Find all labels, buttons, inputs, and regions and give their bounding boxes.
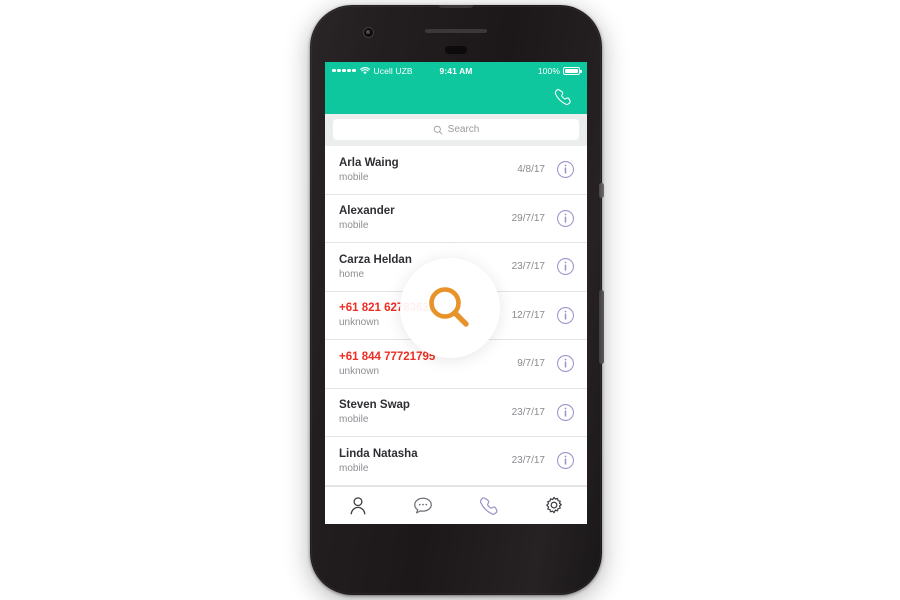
battery-percentage: 100% — [537, 65, 560, 76]
contact-name: +61 821 62783632 — [339, 302, 436, 315]
chat-bubble-icon — [412, 495, 434, 517]
contact-name: +61 844 77721795 — [339, 350, 436, 363]
info-circle-icon[interactable] — [556, 160, 575, 179]
tab-messages[interactable] — [391, 495, 457, 517]
phone-handset-icon[interactable] — [553, 87, 573, 107]
info-circle-icon[interactable] — [556, 209, 575, 228]
phone-device: Ucell UZB 9:41 AM 100% Search Arla Waing… — [310, 5, 604, 595]
table-row[interactable]: Carza Heldan home 23/7/17 — [325, 243, 587, 292]
status-bar-right: 100% — [456, 65, 582, 76]
table-row[interactable]: +61 821 62783632 unknown 12/7/17 — [325, 291, 587, 340]
contact-text-group: +61 844 77721795 unknown — [339, 351, 517, 377]
call-date: 23/7/17 — [511, 455, 545, 467]
call-date: 12/7/17 — [511, 309, 545, 321]
tab-contacts[interactable] — [325, 495, 391, 517]
front-camera-icon — [363, 27, 374, 38]
signal-strength-icon — [332, 68, 356, 73]
contact-name: Carza Heldan — [339, 253, 412, 266]
call-date: 9/7/17 — [517, 358, 545, 370]
bottom-tab-bar — [325, 486, 587, 524]
status-bar-clock: 9:41 AM — [439, 65, 473, 76]
table-row[interactable]: Linda Natasha mobile 23/7/17 — [325, 437, 587, 486]
contact-number-type: unknown — [339, 365, 380, 377]
contact-text-group: Arla Waing mobile — [339, 157, 517, 183]
contact-text-group: +61 821 62783632 unknown — [339, 302, 512, 328]
contact-text-group: Alexander mobile — [339, 205, 512, 231]
table-row[interactable]: +61 844 77721795 unknown 9/7/17 — [325, 340, 587, 389]
contact-number-type: home — [339, 268, 365, 280]
search-icon — [433, 125, 443, 135]
contact-number-type: mobile — [339, 171, 369, 183]
search-band: Search — [325, 114, 587, 146]
table-row[interactable]: Alexander mobile 29/7/17 — [325, 194, 587, 243]
contact-name: Linda Natasha — [339, 447, 418, 460]
info-circle-icon[interactable] — [556, 451, 575, 470]
person-icon — [347, 495, 369, 517]
search-placeholder: Search — [447, 124, 480, 135]
contact-number-type: mobile — [339, 220, 369, 232]
info-circle-icon[interactable] — [556, 257, 575, 276]
contact-number-type: mobile — [339, 462, 369, 474]
table-row[interactable]: Arla Waing mobile 4/8/17 — [325, 146, 587, 195]
power-button[interactable] — [599, 183, 604, 198]
contact-name: Arla Waing — [339, 156, 399, 169]
info-circle-icon[interactable] — [556, 354, 575, 373]
proximity-sensor — [445, 46, 467, 54]
call-date: 4/8/17 — [517, 164, 545, 176]
table-row[interactable]: Steven Swap mobile 23/7/17 — [325, 388, 587, 437]
info-circle-icon[interactable] — [556, 403, 575, 422]
search-input[interactable]: Search — [333, 119, 579, 140]
contact-text-group: Carza Heldan home — [339, 254, 512, 280]
call-date: 23/7/17 — [511, 406, 545, 418]
wifi-icon — [359, 66, 370, 75]
volume-rocker-button[interactable] — [599, 290, 604, 364]
contact-text-group: Linda Natasha mobile — [339, 448, 512, 474]
tab-settings[interactable] — [522, 495, 588, 517]
phone-handset-icon — [478, 495, 500, 517]
tab-calls[interactable] — [456, 495, 522, 517]
call-date: 29/7/17 — [511, 212, 545, 224]
contact-name: Steven Swap — [339, 399, 410, 412]
contact-number-type: mobile — [339, 414, 369, 426]
status-bar-left: Ucell UZB — [332, 66, 456, 76]
antenna-strip — [439, 5, 473, 8]
battery-full-icon — [563, 66, 582, 75]
call-history-list: Arla Waing mobile 4/8/17 Alexander mobile 29/… — [325, 146, 587, 486]
earpiece-speaker — [425, 29, 487, 33]
carrier-name: Ucell UZB — [373, 65, 413, 76]
call-date: 23/7/17 — [511, 261, 545, 273]
contact-text-group: Steven Swap mobile — [339, 399, 512, 425]
info-circle-icon[interactable] — [556, 306, 575, 325]
status-bar: Ucell UZB 9:41 AM 100% — [325, 62, 587, 79]
contact-number-type: unknown — [339, 317, 380, 329]
phone-screen: Ucell UZB 9:41 AM 100% Search Arla Waing… — [325, 62, 587, 524]
contact-name: Alexander — [339, 205, 395, 218]
gear-icon — [543, 495, 565, 517]
app-header — [325, 79, 587, 114]
